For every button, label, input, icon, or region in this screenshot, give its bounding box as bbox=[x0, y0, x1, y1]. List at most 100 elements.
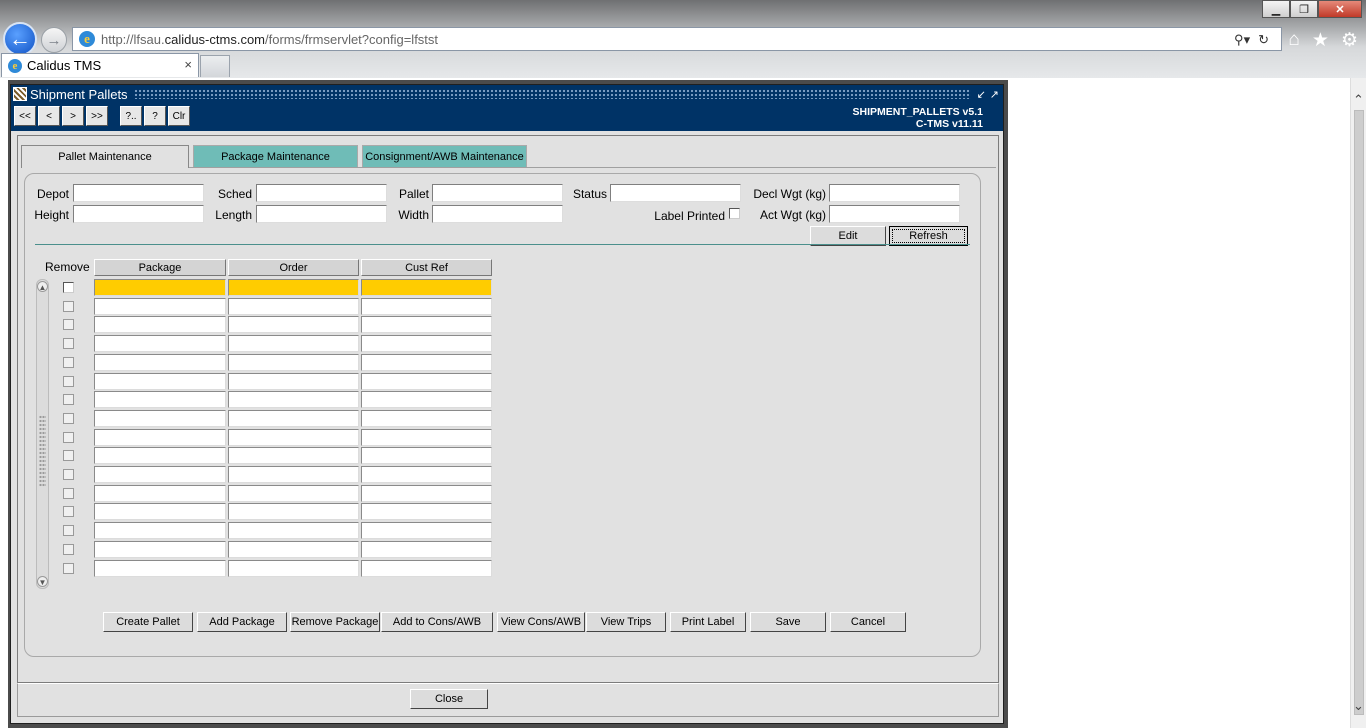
depot-field[interactable] bbox=[73, 184, 204, 202]
height-field[interactable] bbox=[73, 205, 204, 223]
scroll-up-icon[interactable]: ▲ bbox=[37, 281, 48, 292]
cust-ref-cell[interactable] bbox=[361, 297, 492, 315]
order-cell[interactable] bbox=[228, 409, 359, 427]
refresh-button[interactable]: Refresh bbox=[889, 226, 968, 246]
order-cell[interactable] bbox=[228, 522, 359, 540]
remove-checkbox[interactable] bbox=[63, 525, 74, 537]
order-cell[interactable] bbox=[228, 335, 359, 353]
save-button[interactable]: Save bbox=[750, 612, 826, 632]
minimize-button[interactable]: ▁ bbox=[1262, 0, 1290, 18]
remove-checkbox[interactable] bbox=[63, 450, 74, 462]
width-field[interactable] bbox=[432, 205, 563, 223]
minimize-icon[interactable]: ↙ bbox=[977, 88, 986, 101]
scrollbar-thumb[interactable] bbox=[1354, 110, 1364, 715]
help-button[interactable]: ? bbox=[144, 106, 166, 126]
package-cell[interactable] bbox=[94, 466, 226, 483]
package-cell[interactable] bbox=[94, 540, 226, 558]
package-cell[interactable] bbox=[94, 428, 226, 446]
order-cell[interactable] bbox=[228, 559, 359, 577]
cancel-button[interactable]: Cancel bbox=[830, 612, 906, 632]
length-field[interactable] bbox=[256, 205, 387, 223]
first-record-button[interactable]: << bbox=[14, 106, 36, 126]
next-record-button[interactable]: > bbox=[62, 106, 84, 126]
package-cell[interactable] bbox=[94, 353, 226, 371]
cust-ref-cell[interactable] bbox=[361, 522, 492, 540]
order-cell[interactable] bbox=[228, 540, 359, 558]
remove-checkbox[interactable] bbox=[63, 431, 74, 443]
new-tab-button[interactable] bbox=[200, 55, 230, 77]
cust-ref-cell[interactable] bbox=[361, 428, 492, 446]
package-cell[interactable] bbox=[94, 503, 226, 521]
order-cell[interactable] bbox=[228, 391, 359, 409]
remove-checkbox[interactable] bbox=[63, 338, 74, 350]
browser-tab[interactable]: e Calidus TMS × bbox=[1, 53, 199, 77]
order-cell[interactable] bbox=[228, 447, 359, 465]
back-arrow-icon[interactable]: ← bbox=[3, 22, 37, 56]
tab-pallet-maintenance[interactable]: Pallet Maintenance bbox=[21, 145, 189, 168]
remove-checkbox[interactable] bbox=[63, 319, 74, 331]
tab-package-maintenance[interactable]: Package Maintenance bbox=[193, 145, 358, 167]
cust-ref-cell[interactable] bbox=[361, 391, 492, 409]
order-cell[interactable] bbox=[228, 466, 359, 483]
cust-ref-cell[interactable] bbox=[361, 279, 492, 296]
tab-consignment-maintenance[interactable]: Consignment/AWB Maintenance bbox=[362, 145, 527, 167]
order-cell[interactable] bbox=[228, 297, 359, 315]
package-cell[interactable] bbox=[94, 297, 226, 315]
scroll-down-icon[interactable]: ▼ bbox=[37, 576, 48, 587]
remove-checkbox[interactable] bbox=[63, 543, 74, 555]
remove-checkbox[interactable] bbox=[63, 487, 74, 499]
order-cell[interactable] bbox=[228, 428, 359, 446]
remove-checkbox[interactable] bbox=[63, 412, 74, 424]
cust-ref-cell[interactable] bbox=[361, 503, 492, 521]
package-cell[interactable] bbox=[94, 409, 226, 427]
forward-arrow-icon[interactable]: → bbox=[41, 27, 67, 53]
package-cell[interactable] bbox=[94, 335, 226, 353]
address-bar[interactable]: e http://lfsau.calidus-ctms.com/forms/fr… bbox=[72, 27, 1282, 51]
order-cell[interactable] bbox=[228, 503, 359, 521]
cust-ref-cell[interactable] bbox=[361, 316, 492, 334]
search-icon[interactable]: ⚲▾ bbox=[1234, 32, 1250, 48]
order-cell[interactable] bbox=[228, 316, 359, 334]
remove-checkbox[interactable] bbox=[63, 282, 74, 293]
order-cell[interactable] bbox=[228, 484, 359, 502]
grid-scrollbar[interactable]: ▲ ▼ bbox=[36, 279, 49, 589]
remove-checkbox[interactable] bbox=[63, 300, 74, 312]
order-cell[interactable] bbox=[228, 372, 359, 390]
cust-ref-cell[interactable] bbox=[361, 484, 492, 502]
refresh-icon[interactable]: ↻ bbox=[1258, 32, 1269, 48]
remove-checkbox[interactable] bbox=[63, 562, 74, 574]
label-printed-checkbox[interactable] bbox=[729, 208, 740, 219]
cust-ref-cell[interactable] bbox=[361, 409, 492, 427]
pallet-field[interactable] bbox=[432, 184, 563, 202]
remove-checkbox[interactable] bbox=[63, 375, 74, 387]
status-field[interactable] bbox=[610, 184, 741, 202]
maximize-icon[interactable]: ↗ bbox=[990, 88, 999, 101]
remove-checkbox[interactable] bbox=[63, 506, 74, 518]
cust-ref-cell[interactable] bbox=[361, 335, 492, 353]
clear-button[interactable]: Clr bbox=[168, 106, 190, 126]
act-wgt-field[interactable] bbox=[829, 205, 960, 223]
last-record-button[interactable]: >> bbox=[86, 106, 108, 126]
package-cell[interactable] bbox=[94, 522, 226, 540]
cust-ref-cell[interactable] bbox=[361, 540, 492, 558]
package-cell[interactable] bbox=[94, 559, 226, 577]
gear-icon[interactable]: ⚙ bbox=[1341, 29, 1358, 52]
cust-ref-cell[interactable] bbox=[361, 353, 492, 371]
order-cell[interactable] bbox=[228, 353, 359, 371]
print-label-button[interactable]: Print Label bbox=[670, 612, 746, 632]
remove-checkbox[interactable] bbox=[63, 394, 74, 406]
home-icon[interactable]: ⌂ bbox=[1288, 29, 1299, 52]
order-cell[interactable] bbox=[228, 279, 359, 296]
close-button[interactable]: Close bbox=[410, 689, 488, 709]
package-cell[interactable] bbox=[94, 484, 226, 502]
list-values-button[interactable]: ?.. bbox=[120, 106, 142, 126]
package-cell[interactable] bbox=[94, 372, 226, 390]
add-package-button[interactable]: Add Package bbox=[197, 612, 287, 632]
cust-ref-cell[interactable] bbox=[361, 466, 492, 483]
package-cell[interactable] bbox=[94, 447, 226, 465]
decl-wgt-field[interactable] bbox=[829, 184, 960, 202]
chevron-up-icon[interactable]: ⌃ bbox=[1353, 92, 1364, 108]
package-cell[interactable] bbox=[94, 391, 226, 409]
maximize-button[interactable]: ❐ bbox=[1290, 0, 1318, 18]
add-to-cons-button[interactable]: Add to Cons/AWB bbox=[381, 612, 493, 632]
